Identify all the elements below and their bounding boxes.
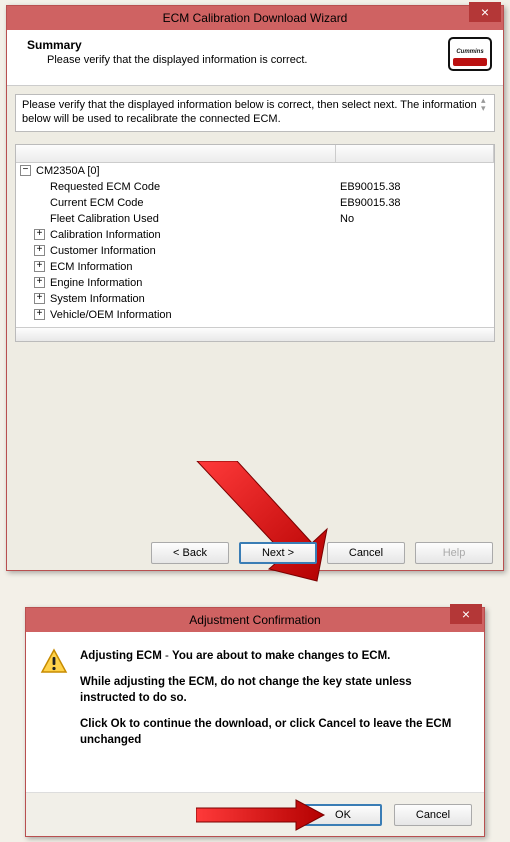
ok-button[interactable]: OK xyxy=(304,804,382,826)
expander-icon[interactable]: + xyxy=(34,245,45,256)
tree-leaf-row[interactable]: Fleet Calibration Used No xyxy=(16,211,494,227)
expander-icon[interactable]: − xyxy=(20,165,31,176)
dialog-titlebar: Adjustment Confirmation × xyxy=(26,608,484,632)
cummins-logo-icon: Cummins xyxy=(447,36,493,75)
summary-tree-grid: −CM2350A [0] Requested ECM Code EB90015.… xyxy=(15,144,495,342)
wizard-titlebar: ECM Calibration Download Wizard × xyxy=(7,6,503,30)
dialog-line2: While adjusting the ECM, do not change t… xyxy=(80,676,412,704)
tree-branch-label: Calibration Information xyxy=(50,229,161,241)
tree-branch-row[interactable]: + System Information xyxy=(16,291,494,307)
cancel-button[interactable]: Cancel xyxy=(394,804,472,826)
grid-body: −CM2350A [0] Requested ECM Code EB90015.… xyxy=(16,163,494,327)
close-icon[interactable]: × xyxy=(469,2,501,22)
instruction-text: Please verify that the displayed informa… xyxy=(15,94,495,132)
tree-branch-label: Vehicle/OEM Information xyxy=(50,309,172,321)
wizard-window: ECM Calibration Download Wizard × Summar… xyxy=(6,5,504,571)
dialog-line1-b: - xyxy=(162,650,172,662)
expander-icon[interactable]: + xyxy=(34,293,45,304)
dialog-footer: OK Cancel xyxy=(26,792,484,836)
summary-title: Summary xyxy=(27,38,307,52)
grid-footer-bar xyxy=(16,327,494,341)
dialog-line3: Click Ok to continue the download, or cl… xyxy=(80,718,451,746)
tree-branch-label: ECM Information xyxy=(50,261,133,273)
tree-leaf-row[interactable]: Current ECM Code EB90015.38 xyxy=(16,195,494,211)
wizard-button-row: < Back Next > Cancel Help xyxy=(151,542,493,564)
tree-branch-label: Customer Information xyxy=(50,245,156,257)
dialog-body: Adjusting ECM - You are about to make ch… xyxy=(26,632,484,792)
tree-branch-label: System Information xyxy=(50,293,145,305)
back-button[interactable]: < Back xyxy=(151,542,229,564)
grid-header xyxy=(16,145,494,163)
svg-text:Cummins: Cummins xyxy=(456,49,484,55)
expander-icon[interactable]: + xyxy=(34,229,45,240)
expander-icon[interactable]: + xyxy=(34,309,45,320)
tree-leaf-value: No xyxy=(340,213,354,225)
wizard-title: ECM Calibration Download Wizard xyxy=(163,11,348,25)
close-icon[interactable]: × xyxy=(450,604,482,624)
help-button: Help xyxy=(415,542,493,564)
dialog-title: Adjustment Confirmation xyxy=(189,613,320,627)
expander-icon[interactable]: + xyxy=(34,261,45,272)
tree-branch-row[interactable]: + Vehicle/OEM Information xyxy=(16,307,494,323)
tree-branch-label: Engine Information xyxy=(50,277,142,289)
confirmation-dialog: Adjustment Confirmation × Adjusting ECM … xyxy=(25,607,485,837)
tree-leaf-value: EB90015.38 xyxy=(340,181,401,193)
wizard-header: Summary Please verify that the displayed… xyxy=(7,30,503,86)
dialog-text: Adjusting ECM - You are about to make ch… xyxy=(80,648,470,784)
next-button[interactable]: Next > xyxy=(239,542,317,564)
summary-subtitle: Please verify that the displayed informa… xyxy=(47,54,307,66)
annotation-arrow-icon xyxy=(177,461,337,594)
tree-branch-row[interactable]: + Customer Information xyxy=(16,243,494,259)
dialog-line1-c: You are about to make changes to ECM. xyxy=(172,650,390,662)
tree-branch-row[interactable]: + Calibration Information xyxy=(16,227,494,243)
expander-icon[interactable]: + xyxy=(34,277,45,288)
tree-leaf-label: Current ECM Code xyxy=(50,197,144,209)
scrollbar-hint-icon[interactable]: ▴▾ xyxy=(481,96,491,112)
grid-header-col1[interactable] xyxy=(16,145,336,163)
grid-header-col2[interactable] xyxy=(336,145,494,163)
tree-leaf-row[interactable]: Requested ECM Code EB90015.38 xyxy=(16,179,494,195)
wizard-header-text: Summary Please verify that the displayed… xyxy=(27,36,307,66)
tree-leaf-label: Requested ECM Code xyxy=(50,181,160,193)
dialog-line1-a: Adjusting ECM xyxy=(80,650,162,662)
tree-root-label: CM2350A [0] xyxy=(36,165,100,177)
tree-leaf-value: EB90015.38 xyxy=(340,197,401,209)
tree-branch-row[interactable]: + ECM Information xyxy=(16,259,494,275)
warning-icon xyxy=(40,648,68,784)
cancel-button[interactable]: Cancel xyxy=(327,542,405,564)
tree-branch-row[interactable]: + Engine Information xyxy=(16,275,494,291)
tree-root-row[interactable]: −CM2350A [0] xyxy=(16,163,494,179)
wizard-body: Please verify that the displayed informa… xyxy=(7,86,503,570)
tree-leaf-label: Fleet Calibration Used xyxy=(50,213,159,225)
